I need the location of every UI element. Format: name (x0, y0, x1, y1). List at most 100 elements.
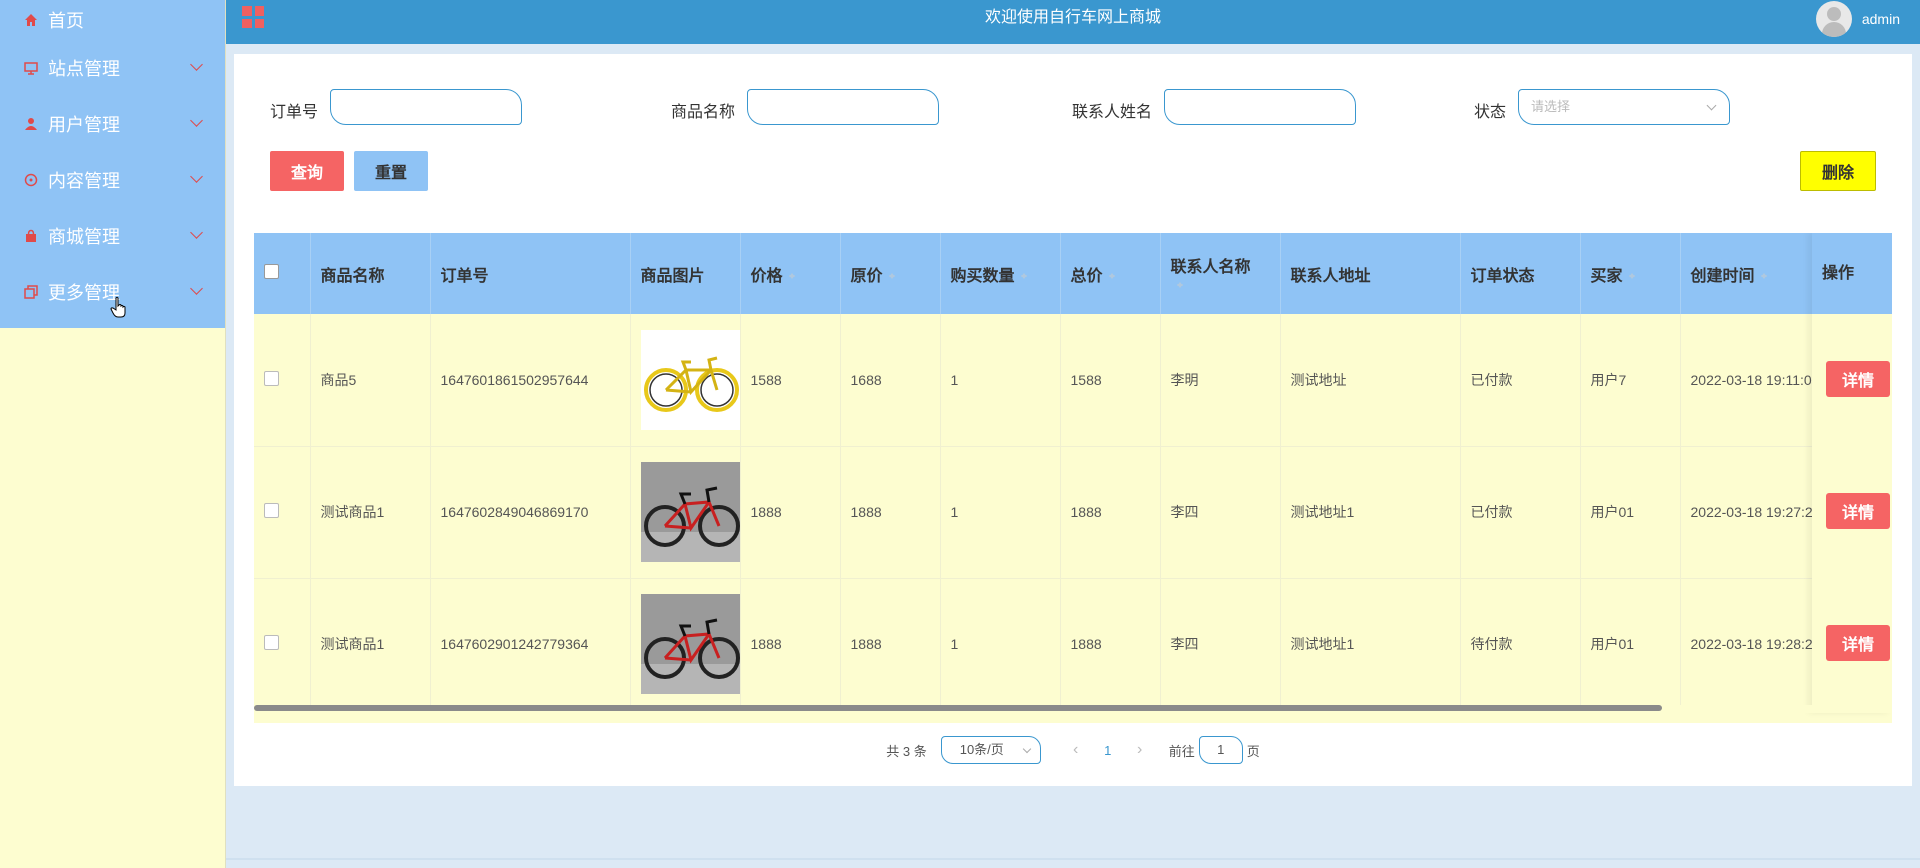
sort-icon[interactable] (1760, 270, 1767, 282)
cell-address: 测试地址1 (1280, 446, 1461, 579)
contact-name-input[interactable] (1164, 89, 1356, 125)
sort-icon[interactable] (1020, 270, 1027, 282)
page-suffix: 页 (1246, 743, 1260, 759)
goto-label: 前往 (1168, 743, 1195, 759)
sort-icon[interactable] (1108, 270, 1115, 282)
detail-button[interactable]: 详情 (1826, 493, 1890, 529)
table-row: 商品5 1647601861502957644 1588 1688 1 1588… (254, 314, 1892, 447)
column-header-sortable[interactable]: 买家 (1580, 233, 1681, 314)
cell-total: 1888 (1060, 446, 1161, 579)
product-name-input[interactable] (747, 89, 939, 125)
black-red-bicycle-image (640, 462, 739, 562)
sidebar-item-site[interactable]: 站点管理 (0, 40, 225, 96)
avatar[interactable] (1815, 1, 1852, 37)
search-button[interactable]: 查询 (270, 151, 344, 191)
contact-name-label: 联系人姓名 (1072, 104, 1153, 121)
sort-icon[interactable] (1628, 270, 1635, 282)
cell-status: 已付款 (1460, 314, 1581, 447)
product-name-label: 商品名称 (671, 104, 736, 121)
column-header: 商品名称 (310, 233, 431, 314)
scrollbar-thumb[interactable] (254, 705, 1662, 711)
page-size-value: 10条/页 (959, 742, 1004, 757)
black-red-bicycle-image (640, 594, 739, 694)
column-header-sortable[interactable]: 购买数量 (940, 233, 1061, 314)
row-checkbox[interactable] (264, 370, 279, 386)
cell-total: 1588 (1060, 314, 1161, 447)
total-count: 共 3 条 (886, 743, 927, 759)
column-header: 商品图片 (630, 233, 741, 314)
sidebar-item-shop[interactable]: 商城管理 (0, 208, 225, 264)
sort-icon[interactable] (888, 270, 895, 282)
status-select[interactable]: 请选择 (1518, 89, 1730, 125)
chevron-down-icon (1022, 744, 1031, 754)
column-header-sortable[interactable]: 原价 (840, 233, 941, 314)
cell-status: 待付款 (1460, 578, 1581, 711)
cell-status: 已付款 (1460, 446, 1581, 579)
cell-price: 1888 (740, 578, 841, 711)
home-icon (25, 14, 37, 26)
cell-order-no: 1647602901242779364 (430, 578, 631, 711)
row-checkbox[interactable] (264, 503, 279, 518)
cell-product-image (630, 578, 741, 711)
cell-original-price: 1888 (840, 446, 941, 579)
column-header: 订单号 (430, 233, 631, 314)
table-row: 测试商品1 1647602901242779364 1888 1888 1 18… (254, 578, 1892, 711)
cell-quantity: 1 (940, 578, 1061, 711)
chevron-down-icon (190, 226, 203, 239)
delete-button[interactable]: 删除 (1800, 151, 1876, 191)
chat-icon (24, 173, 38, 187)
sidebar-item-content[interactable]: 内容管理 (0, 152, 225, 208)
orders-table: 商品名称 订单号 商品图片 价格 原价 购买数量 总价 联系人名称 联系人地址 … (254, 233, 1892, 723)
cell-product-image (630, 446, 741, 579)
horizontal-scrollbar[interactable] (254, 705, 1892, 713)
page-size-select[interactable]: 10条/页 (940, 736, 1041, 764)
cell-quantity: 1 (940, 446, 1061, 579)
user-menu[interactable]: admin (1815, 0, 1900, 38)
reset-button[interactable]: 重置 (354, 151, 428, 191)
site-title: 欢迎使用自行车网上商城 (984, 9, 1161, 26)
status-label: 状态 (1474, 104, 1507, 121)
row-select-cell (254, 314, 311, 447)
cell-buyer: 用户01 (1580, 578, 1681, 711)
cell-product-name: 测试商品1 (310, 446, 431, 579)
row-select-cell (254, 446, 311, 579)
top-header: 欢迎使用自行车网上商城 admin (226, 0, 1920, 44)
column-header-sortable[interactable]: 联系人名称 (1160, 233, 1281, 314)
cell-buyer: 用户01 (1580, 446, 1681, 579)
select-all-checkbox[interactable] (264, 263, 279, 279)
cell-contact: 李四 (1160, 578, 1281, 711)
cell-contact: 李四 (1160, 446, 1281, 579)
sort-icon[interactable] (1176, 279, 1183, 291)
chevron-down-icon (190, 58, 203, 71)
column-header-label: 价格 (750, 267, 783, 285)
order-no-input[interactable] (330, 89, 522, 125)
column-header-label: 创建时间 (1690, 267, 1755, 285)
column-header-label: 买家 (1590, 267, 1623, 285)
detail-button[interactable]: 详情 (1826, 361, 1890, 397)
goto-page-input[interactable]: 1 (1198, 736, 1243, 764)
operation-cell: 详情 (1812, 314, 1892, 446)
row-checkbox[interactable] (264, 635, 279, 650)
sidebar: 首页 站点管理 用户管理 内容管理 商城管理 更多管理 (0, 0, 226, 868)
sidebar-menu: 首页 站点管理 用户管理 内容管理 商城管理 更多管理 (0, 0, 225, 328)
cell-address: 测试地址1 (1280, 578, 1461, 711)
cell-order-no: 1647601861502957644 (430, 314, 631, 447)
column-header-label: 联系人名称 (1170, 258, 1251, 276)
column-header-sortable[interactable]: 价格 (740, 233, 841, 314)
chevron-down-icon (190, 170, 203, 183)
column-header-sortable[interactable]: 总价 (1060, 233, 1161, 314)
prev-page-icon[interactable]: ‹ (1061, 741, 1091, 759)
detail-button[interactable]: 详情 (1826, 625, 1890, 661)
next-page-icon[interactable]: › (1125, 741, 1155, 759)
sidebar-item-home[interactable]: 首页 (0, 0, 225, 40)
page-number[interactable]: 1 (1091, 743, 1125, 758)
bag-icon (26, 229, 36, 242)
cell-product-image (630, 314, 741, 447)
sort-icon[interactable] (788, 270, 795, 282)
row-select-cell (254, 578, 311, 711)
sidebar-item-label: 内容管理 (48, 171, 120, 191)
sidebar-item-label: 站点管理 (48, 59, 120, 79)
table-header-row: 商品名称 订单号 商品图片 价格 原价 购买数量 总价 联系人名称 联系人地址 … (254, 233, 1892, 314)
cell-contact: 李明 (1160, 314, 1281, 447)
sidebar-item-users[interactable]: 用户管理 (0, 96, 225, 152)
